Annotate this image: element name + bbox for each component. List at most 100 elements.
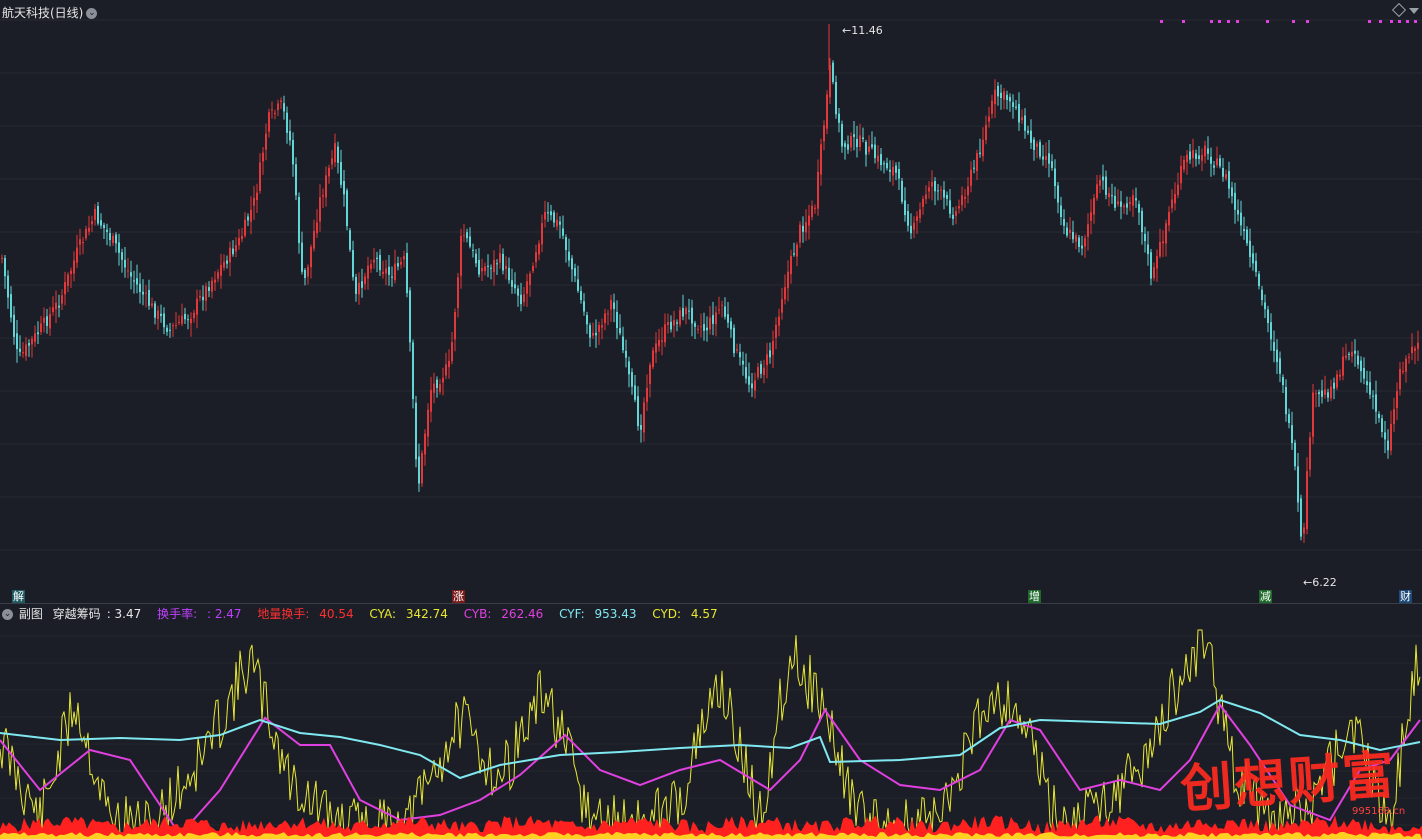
candle-body <box>394 263 396 280</box>
candle-body <box>1396 391 1398 409</box>
candle-body <box>106 229 108 232</box>
candle-body <box>850 136 852 148</box>
event-marker-zeng[interactable]: 增 <box>1028 590 1041 603</box>
candle-body <box>1264 302 1266 310</box>
candle-body <box>346 190 348 227</box>
candle-body <box>133 280 135 282</box>
candle-body <box>598 325 600 332</box>
candle-body <box>679 310 681 325</box>
candle-body <box>355 277 357 294</box>
candle-body <box>706 327 708 331</box>
candle-body <box>571 258 573 270</box>
candle-body <box>85 228 87 239</box>
candle-body <box>529 273 531 285</box>
candle-body <box>91 221 93 225</box>
candle-body <box>385 268 387 274</box>
candle-body <box>1267 309 1269 323</box>
candle-body <box>1165 223 1167 244</box>
signal-dot <box>1182 20 1185 23</box>
candle-body <box>1180 165 1182 184</box>
candle-body <box>442 377 444 383</box>
candle-body <box>217 272 219 279</box>
candle-body <box>925 194 927 200</box>
candle-body <box>1099 180 1101 186</box>
candle-body <box>250 209 252 222</box>
candle-body <box>268 112 270 132</box>
candle-body <box>1306 471 1308 529</box>
candle-body <box>1321 390 1323 397</box>
indicator-value: 3.47 <box>114 607 142 621</box>
candle-body <box>505 265 507 269</box>
candle-body <box>277 103 279 110</box>
candle-body <box>721 304 723 306</box>
candle-body <box>1051 161 1053 168</box>
candle-body <box>1198 155 1200 159</box>
candle-body <box>1108 193 1110 198</box>
candle-body <box>1135 198 1137 201</box>
candle-body <box>7 275 9 298</box>
candle-body <box>160 313 162 316</box>
candle-body <box>802 225 804 232</box>
candle-body <box>931 182 933 187</box>
candle-body <box>1045 155 1047 160</box>
candle-body <box>1381 418 1383 432</box>
candle-body <box>982 139 984 157</box>
candle-body <box>1141 210 1143 233</box>
event-marker-zhang[interactable]: 涨 <box>452 590 465 603</box>
candle-body <box>649 364 651 385</box>
candle-body <box>349 230 351 250</box>
candle-body <box>1339 374 1341 377</box>
candle-body <box>1000 92 1002 98</box>
candle-body <box>1225 174 1227 179</box>
candle-body <box>556 219 558 227</box>
candle-body <box>1018 104 1020 123</box>
candle-body <box>409 290 411 343</box>
candle-body <box>589 325 591 338</box>
event-marker-jie[interactable]: 解 <box>12 590 25 603</box>
candle-body <box>1084 238 1086 247</box>
event-marker-cai[interactable]: 财 <box>1399 590 1412 603</box>
candle-body <box>853 134 855 137</box>
candle-body <box>1369 382 1371 395</box>
chevron-down-icon[interactable]: ⌄ <box>2 609 13 620</box>
candle-body <box>1294 442 1296 467</box>
candle-body <box>295 164 297 196</box>
candle-body <box>1288 414 1290 423</box>
candle-body <box>793 253 795 255</box>
candle-body <box>1234 192 1236 210</box>
candle-body <box>1282 377 1284 386</box>
candle-body <box>973 167 975 169</box>
candle-body <box>4 257 6 277</box>
candle-body <box>808 215 810 226</box>
candle-body <box>391 276 393 278</box>
candle-body <box>193 312 195 319</box>
candle-body <box>61 295 63 304</box>
signal-dot <box>1390 20 1393 23</box>
candlestick-chart[interactable]: ←11.46 ←6.22 <box>0 0 1422 839</box>
event-marker-jian[interactable]: 减 <box>1259 590 1272 603</box>
candle-body <box>235 245 237 252</box>
sub-indicator-header: ⌄ 副图 穿越筹码: 3.47 换手率: : 2.47 地量换手: 40.54 … <box>2 607 718 621</box>
candle-body <box>1237 210 1239 215</box>
candle-body <box>55 302 57 310</box>
candle-body <box>616 312 618 328</box>
candle-body <box>697 328 699 330</box>
chevron-down-icon[interactable]: ⌄ <box>86 8 98 19</box>
candle-body <box>661 340 663 342</box>
candle-body <box>1270 322 1272 340</box>
candle-body <box>1126 203 1128 208</box>
candle-body <box>403 256 405 260</box>
candle-body <box>883 163 885 165</box>
candle-body <box>562 228 564 236</box>
candle-body <box>229 247 231 263</box>
triangle-down-icon[interactable] <box>1409 8 1419 14</box>
candle-body <box>1048 153 1050 164</box>
signal-dot <box>1160 20 1163 23</box>
candle-body <box>568 251 570 261</box>
candle-body <box>1231 187 1233 197</box>
stock-title: 航天科技(日线) ⌄ <box>2 6 98 20</box>
candle-body <box>979 152 981 154</box>
candle-body <box>778 316 780 326</box>
candle-body <box>40 323 42 332</box>
candle-body <box>418 456 420 484</box>
